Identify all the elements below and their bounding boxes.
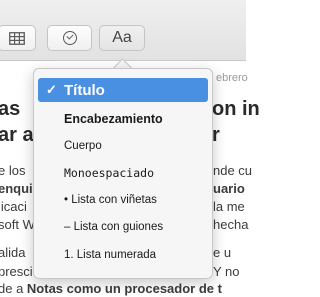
note-title-line-2-right: r: [212, 124, 220, 146]
menu-item-label: – Lista con guiones: [64, 221, 164, 233]
note-body-line: Y no: [213, 264, 240, 279]
menu-item-dashed-list[interactable]: – Lista con guiones: [38, 216, 208, 238]
menu-item-numbered-list[interactable]: 1. Lista numerada: [38, 244, 208, 266]
note-bottom-bold: Notas como un procesador de t: [26, 281, 222, 296]
table-button[interactable]: [0, 25, 36, 51]
menu-item-bulleted-list[interactable]: • Lista con viñetas: [38, 189, 208, 211]
menu-item-label: Cuerpo: [64, 140, 102, 152]
note-body-line: enqui: [0, 181, 33, 196]
note-title-line-1: as: [0, 98, 21, 120]
note-body-line: hecha: [213, 217, 249, 232]
note-bottom-line: de a Notas como un procesador de t: [0, 281, 222, 296]
menu-item-label: • Lista con viñetas: [64, 194, 157, 206]
note-title-line-2: ar a: [0, 124, 34, 146]
menu-item-label: Título: [64, 81, 105, 99]
menu-item-label: 1. Lista numerada: [64, 249, 157, 261]
note-title-line-1-right: on in: [212, 98, 260, 120]
note-body-line: e u: [213, 245, 232, 260]
menu-item-monospaced[interactable]: Monoespaciado: [38, 162, 208, 184]
format-menu: ✓ Título Encabezamiento Cuerpo Monoespac…: [33, 68, 213, 279]
menu-item-body[interactable]: Cuerpo: [38, 135, 208, 157]
note-body-line: licaci: [0, 199, 27, 214]
note-body-line: la me: [213, 199, 245, 214]
table-icon: [9, 31, 25, 45]
note-body-line: nde cu: [213, 163, 253, 178]
menu-item-label: Monoespaciado: [64, 166, 155, 180]
note-bottom-prefix: de a: [0, 281, 27, 296]
note-body-line: soft W: [0, 217, 35, 232]
note-body-line: e los: [0, 163, 26, 178]
checkmark-icon: ✓: [46, 82, 57, 97]
format-button-label: Aa: [112, 29, 132, 46]
note-body-line: uario: [213, 181, 245, 196]
toolbar: Aa: [0, 0, 246, 61]
menu-item-label: Encabezamiento: [64, 112, 163, 126]
note-date: ebrero: [216, 72, 248, 84]
menu-item-heading[interactable]: Encabezamiento: [38, 108, 208, 130]
checklist-icon: [62, 31, 77, 45]
checklist-button[interactable]: [47, 25, 92, 51]
note-body-line: presci: [0, 264, 33, 279]
menu-item-title[interactable]: ✓ Título: [38, 78, 208, 102]
format-button[interactable]: Aa: [99, 25, 145, 51]
note-body-line: alida: [0, 245, 26, 260]
